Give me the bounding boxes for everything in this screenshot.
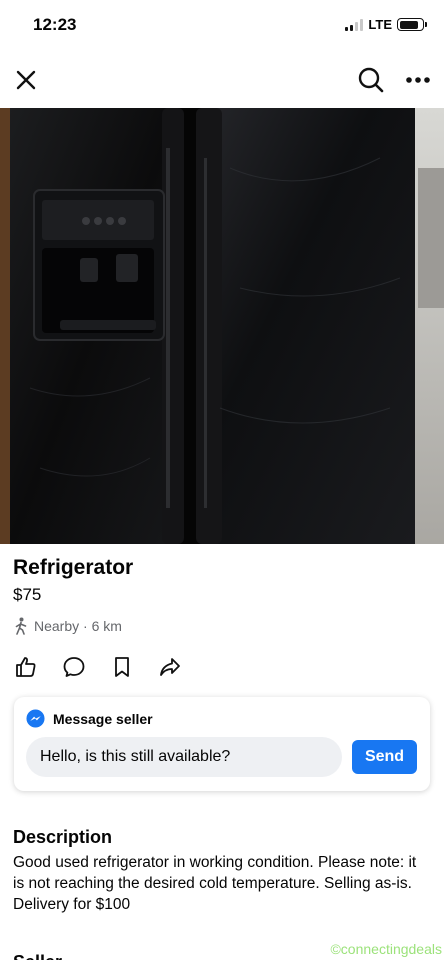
- listing-location: Nearby · 6 km: [13, 617, 122, 635]
- close-icon: [16, 70, 36, 90]
- messenger-icon: [26, 709, 45, 728]
- status-indicators: LTE: [345, 17, 427, 32]
- refrigerator-image: [0, 108, 444, 544]
- walking-icon: [15, 617, 27, 635]
- search-icon: [358, 67, 384, 93]
- signal-icon: [345, 18, 364, 31]
- message-header-label: Message seller: [53, 710, 153, 727]
- comment-icon: [63, 657, 85, 677]
- message-seller-card: Message seller Hello, is this still avai…: [14, 697, 430, 791]
- battery-icon: [397, 18, 427, 31]
- listing-title: Refrigerator: [13, 556, 134, 579]
- seller-heading: Seller: [13, 948, 62, 960]
- description-heading: Description: [13, 827, 113, 847]
- status-bar: 12:23 LTE: [0, 0, 444, 52]
- more-button[interactable]: [402, 64, 434, 96]
- listing-photo[interactable]: [0, 108, 444, 544]
- listing-actions: [13, 654, 183, 680]
- watermark: ©connectingdeals: [330, 941, 442, 957]
- location-label: Nearby · 6 km: [34, 618, 122, 634]
- message-header: Message seller: [26, 709, 153, 728]
- send-button[interactable]: Send: [352, 740, 417, 774]
- message-input[interactable]: Hello, is this still available?: [26, 737, 342, 777]
- listing-price: $75: [13, 585, 42, 604]
- top-nav: [0, 52, 444, 108]
- share-icon: [160, 658, 180, 676]
- save-icon: [115, 657, 129, 677]
- save-button[interactable]: [109, 654, 135, 680]
- comment-button[interactable]: [61, 654, 87, 680]
- like-icon: [16, 657, 36, 677]
- share-button[interactable]: [157, 654, 183, 680]
- close-button[interactable]: [10, 64, 42, 96]
- description-body: Good used refrigerator in working condit…: [13, 854, 417, 913]
- search-button[interactable]: [355, 64, 387, 96]
- like-button[interactable]: [13, 654, 39, 680]
- network-label: LTE: [368, 17, 392, 32]
- more-icon: [406, 77, 430, 83]
- status-time: 12:23: [33, 15, 77, 34]
